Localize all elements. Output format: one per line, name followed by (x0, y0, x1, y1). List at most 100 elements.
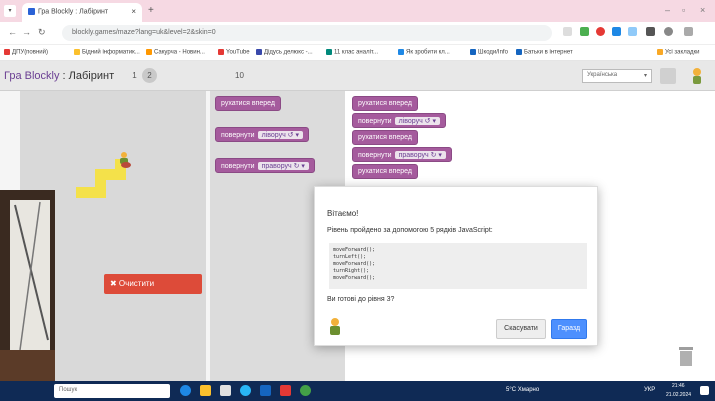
marker-icon (121, 162, 131, 168)
bookmark-icon (4, 49, 10, 55)
browser-tab-strip: ▾ Гра Blockly : Лабіринт × + – ▫ × (0, 0, 715, 22)
reset-button[interactable]: ✖ Очистити (104, 274, 202, 294)
code-line: moveForward(); (333, 275, 376, 281)
file-explorer-icon[interactable] (200, 385, 211, 396)
tab-close-icon[interactable]: × (131, 7, 136, 16)
bookmark-icon (326, 49, 332, 55)
taskbar-search-input[interactable]: Пошук (54, 384, 170, 398)
menu-icon[interactable] (684, 27, 693, 36)
bookmark-item[interactable]: 11 клас аналіт... (326, 49, 378, 56)
dialog-title: Вітаємо! (327, 209, 359, 218)
minimize-button[interactable]: – (665, 5, 670, 15)
back-icon[interactable]: ← (8, 27, 17, 37)
bookmark-icon (256, 49, 262, 55)
forward-icon[interactable]: → (22, 27, 31, 37)
extension-red-icon[interactable] (596, 27, 605, 36)
bookmark-star-icon[interactable] (563, 27, 572, 36)
program-block-turn-right[interactable]: повернути праворуч ↻ ▾ (352, 147, 452, 162)
bookmark-item[interactable]: ДПУ(повний) (4, 49, 48, 56)
app-icon[interactable] (280, 385, 291, 396)
title-name: Лабіринт (68, 70, 115, 82)
profile-icon[interactable] (664, 27, 673, 36)
search-placeholder: Пошук (59, 387, 78, 393)
room-photo-overlay (0, 190, 55, 401)
turn-direction-dropdown[interactable]: праворуч ↻ ▾ (394, 151, 446, 159)
level-2-current[interactable]: 2 (142, 68, 157, 83)
youtube-icon (218, 49, 224, 55)
bookmark-icon (398, 49, 404, 55)
program-block-move-forward[interactable]: рухатися вперед (352, 96, 418, 111)
program-block-move-forward[interactable]: рухатися вперед (352, 130, 418, 145)
address-text: blockly.games/maze?lang=uk&level=2&skin=… (72, 29, 216, 36)
chrome-icon[interactable] (300, 385, 311, 396)
word-icon[interactable] (260, 385, 271, 396)
bookmark-icon (74, 49, 80, 55)
tab-title: Гра Blockly : Лабіринт (38, 8, 109, 16)
bookmark-item[interactable]: Бідний інформатик... (74, 49, 140, 56)
bookmarks-bar: ДПУ(повний) Бідний інформатик... Сакурча… (0, 45, 715, 61)
level-10[interactable]: 10 (232, 68, 247, 83)
language-indicator[interactable]: УКР (644, 387, 655, 393)
program-block-turn-left[interactable]: повернути ліворуч ↺ ▾ (352, 113, 446, 128)
pegman-avatar-icon[interactable] (690, 67, 704, 85)
clock-date[interactable]: 21.02.2024 (666, 392, 691, 398)
bookmark-item[interactable]: YouTube (218, 49, 250, 56)
reload-icon[interactable]: ↻ (38, 27, 46, 38)
turn-direction-dropdown[interactable]: ліворуч ↺ ▾ (257, 131, 303, 139)
toolbox-block-turn-left[interactable]: повернути ліворуч ↺ ▾ (215, 127, 309, 142)
cancel-button[interactable]: Скасувати (496, 319, 546, 339)
close-window-button[interactable]: × (700, 5, 705, 15)
page-title: Гра Blockly : Лабіринт (4, 70, 114, 82)
title-separator: : (59, 70, 69, 82)
extension-icon[interactable] (580, 27, 589, 36)
dialog-question: Ви готові до рівня 3? (327, 296, 395, 303)
bookmark-item[interactable]: Шкоди/Info (470, 49, 508, 56)
maximize-button[interactable]: ▫ (682, 5, 685, 15)
bookmark-icon (516, 49, 522, 55)
all-bookmarks[interactable]: Усі закладки (657, 49, 700, 56)
tab-search-button[interactable]: ▾ (4, 5, 16, 17)
level-complete-dialog: Вітаємо! Рівень пройдено за допомогою 5 … (314, 186, 598, 346)
notifications-icon[interactable] (700, 386, 709, 395)
turn-direction-dropdown[interactable]: праворуч ↻ ▾ (257, 162, 309, 170)
bookmark-item[interactable]: Дідусь делюкс -... (256, 49, 313, 56)
toolbox-block-move-forward[interactable]: рухатися вперед (215, 96, 281, 111)
language-select[interactable]: Українська ▾ (582, 69, 652, 83)
level-1[interactable]: 1 (127, 68, 142, 83)
ok-button[interactable]: Гаразд (551, 319, 587, 339)
extension-puzzle-icon[interactable] (628, 27, 637, 36)
trash-icon[interactable] (678, 345, 694, 367)
extension-blue-icon[interactable] (612, 27, 621, 36)
blockly-header: Гра Blockly : Лабіринт 1 2 10 Українська… (0, 61, 715, 91)
windows-start-icon[interactable] (180, 385, 191, 396)
store-icon[interactable] (220, 385, 231, 396)
code-line: turnLeft(); (333, 254, 367, 260)
edge-icon[interactable] (240, 385, 251, 396)
chevron-down-icon: ▾ (643, 73, 647, 79)
bookmark-item[interactable]: Батьки в інтернет (516, 49, 573, 56)
folder-icon (657, 49, 663, 55)
toolbox-block-turn-right[interactable]: повернути праворуч ↻ ▾ (215, 158, 315, 173)
sidebar-icon[interactable] (646, 27, 655, 36)
new-tab-button[interactable]: + (148, 5, 154, 16)
bookmark-item[interactable]: Як зробити кл... (398, 49, 450, 56)
bookmark-icon (470, 49, 476, 55)
bookmark-item[interactable]: Сакурча - Новин... (146, 49, 205, 56)
dialog-message: Рівень пройдено за допомогою 5 рядків Ja… (327, 227, 493, 234)
code-listing: moveForward(); turnLeft(); moveForward()… (329, 243, 587, 289)
clock-time[interactable]: 21:46 (672, 383, 685, 389)
browser-toolbar: ← → ↻ blockly.games/maze?lang=uk&level=2… (0, 22, 715, 45)
turn-direction-dropdown[interactable]: ліворуч ↺ ▾ (394, 117, 440, 125)
title-prefix[interactable]: Гра Blockly (4, 70, 59, 82)
bookmark-icon (146, 49, 152, 55)
code-button[interactable] (660, 68, 676, 84)
weather-status[interactable]: 5°C Хмарно (506, 387, 539, 393)
code-line: moveForward(); (333, 247, 376, 253)
browser-tab[interactable]: Гра Blockly : Лабіринт × (22, 3, 142, 22)
blockly-favicon-icon (28, 8, 35, 15)
code-line: turnRight(); (333, 268, 370, 274)
address-bar[interactable]: blockly.games/maze?lang=uk&level=2&skin=… (62, 25, 552, 41)
program-block-move-forward[interactable]: рухатися вперед (352, 164, 418, 179)
language-value: Українська (587, 72, 618, 78)
code-line: moveForward(); (333, 261, 376, 267)
